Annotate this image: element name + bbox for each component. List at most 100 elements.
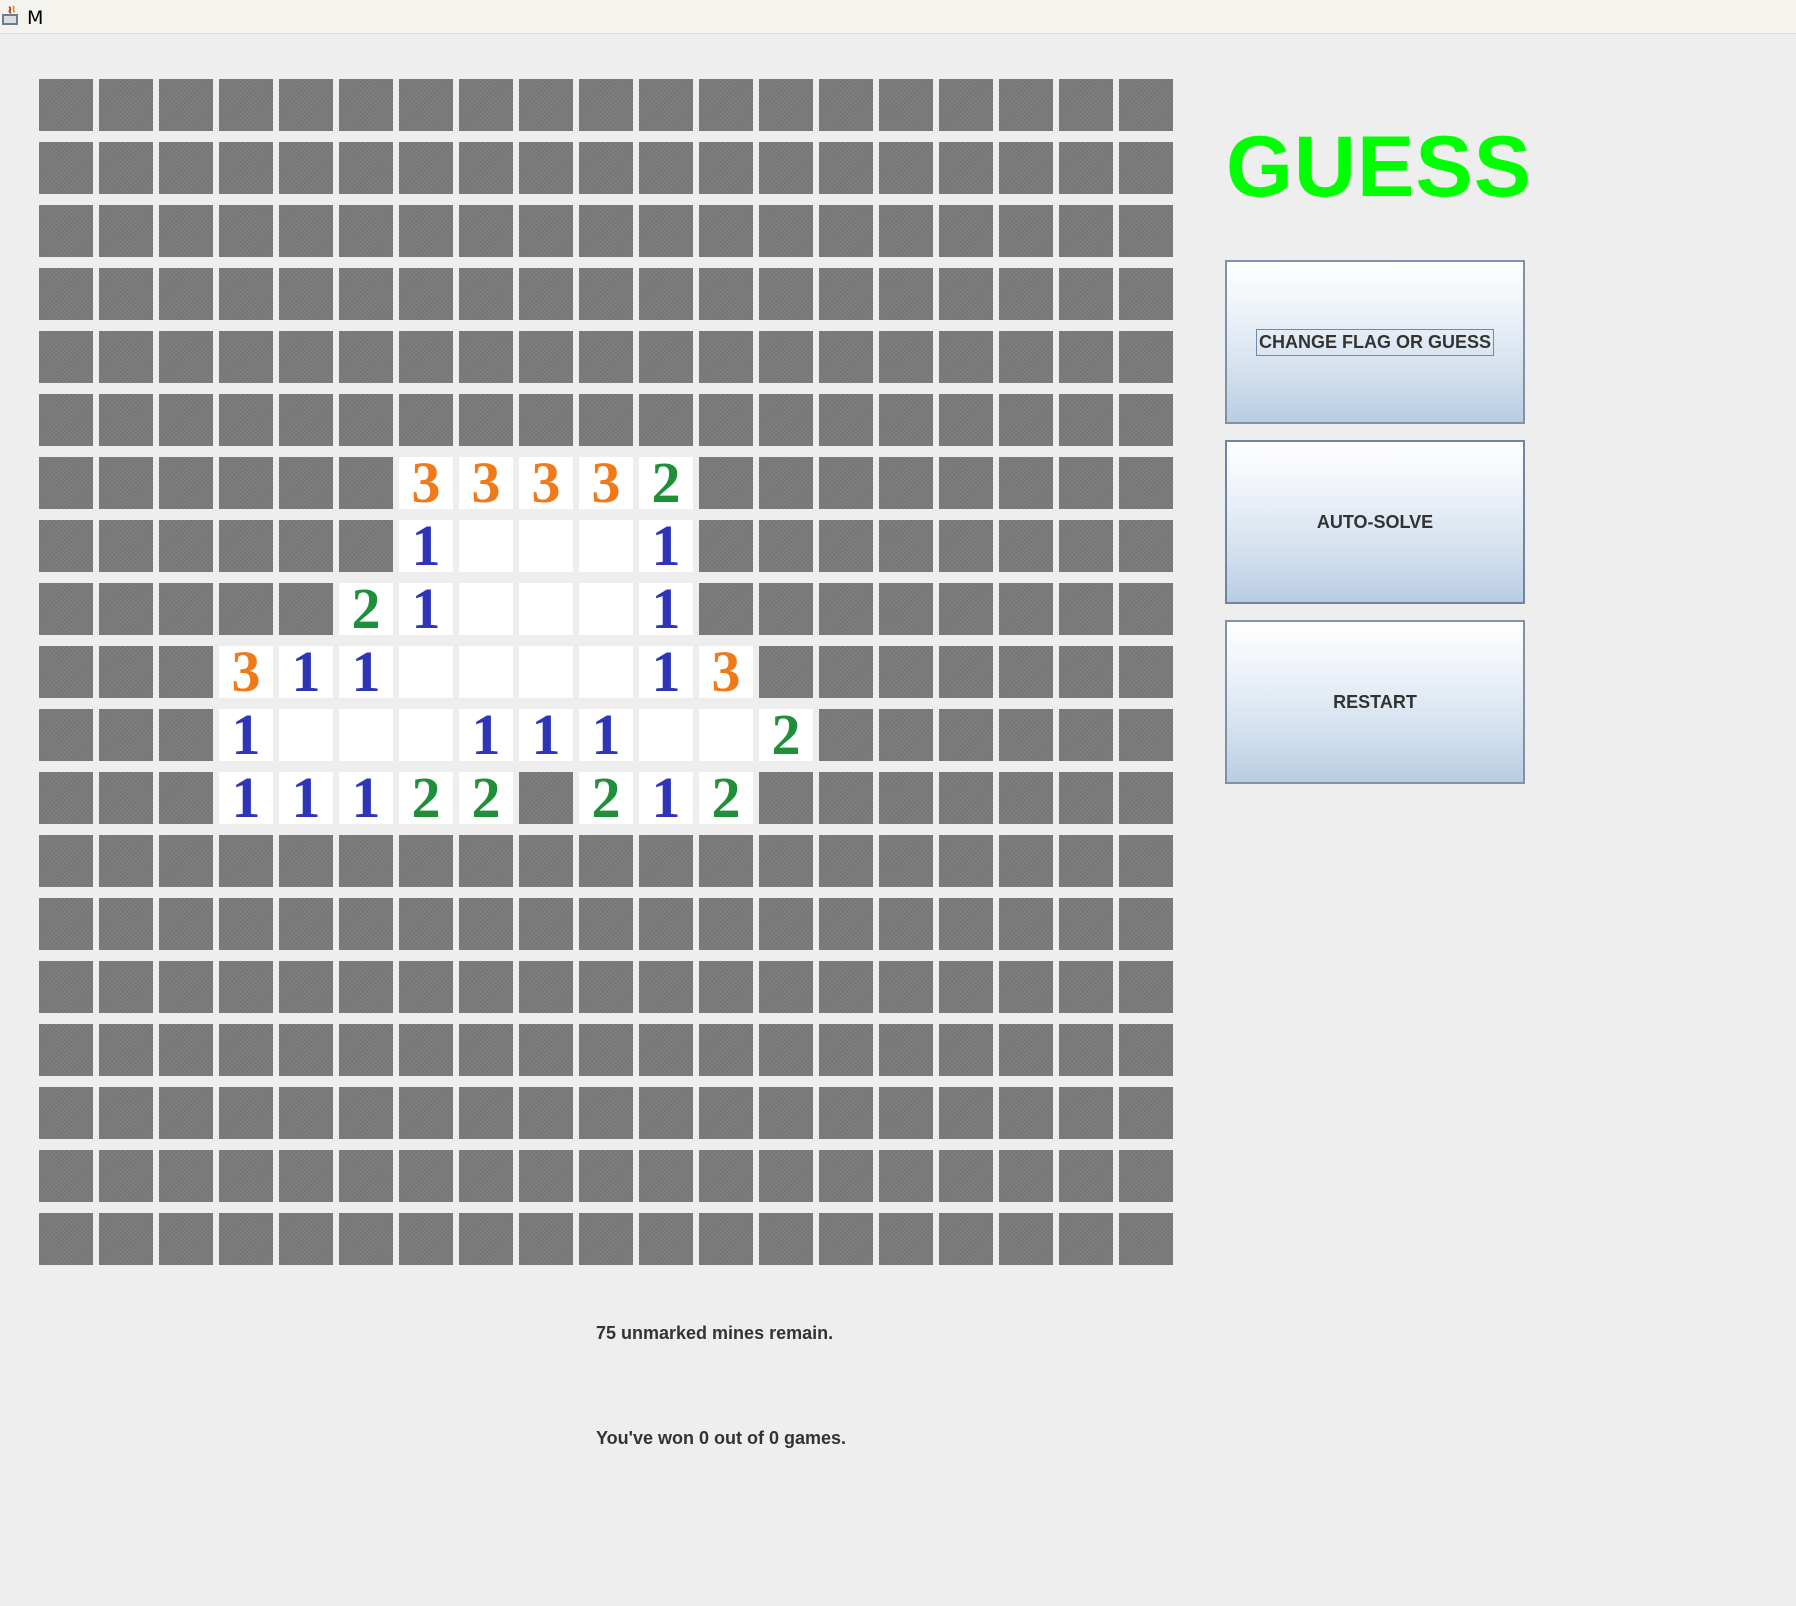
hidden-cell[interactable] [1059, 1087, 1113, 1139]
hidden-cell[interactable] [1059, 520, 1113, 572]
hidden-cell[interactable] [159, 1024, 213, 1076]
hidden-cell[interactable] [219, 835, 273, 887]
hidden-cell[interactable] [219, 394, 273, 446]
hidden-cell[interactable] [999, 1213, 1053, 1265]
hidden-cell[interactable] [879, 583, 933, 635]
hidden-cell[interactable] [579, 331, 633, 383]
hidden-cell[interactable] [99, 268, 153, 320]
hidden-cell[interactable] [99, 142, 153, 194]
open-cell[interactable] [339, 709, 393, 761]
hidden-cell[interactable] [639, 394, 693, 446]
hidden-cell[interactable] [399, 898, 453, 950]
hidden-cell[interactable] [219, 1087, 273, 1139]
open-cell[interactable] [459, 646, 513, 698]
hidden-cell[interactable] [1119, 1087, 1173, 1139]
hidden-cell[interactable] [1119, 1024, 1173, 1076]
number-cell[interactable]: 2 [759, 706, 813, 764]
hidden-cell[interactable] [219, 961, 273, 1013]
hidden-cell[interactable] [339, 457, 393, 509]
hidden-cell[interactable] [459, 79, 513, 131]
hidden-cell[interactable] [159, 268, 213, 320]
hidden-cell[interactable] [579, 1150, 633, 1202]
hidden-cell[interactable] [339, 835, 393, 887]
hidden-cell[interactable] [1059, 268, 1113, 320]
hidden-cell[interactable] [1059, 1150, 1113, 1202]
hidden-cell[interactable] [879, 1213, 933, 1265]
number-cell[interactable]: 1 [639, 517, 693, 575]
number-cell[interactable]: 3 [699, 643, 753, 701]
hidden-cell[interactable] [99, 457, 153, 509]
hidden-cell[interactable] [879, 772, 933, 824]
hidden-cell[interactable] [939, 79, 993, 131]
hidden-cell[interactable] [699, 1024, 753, 1076]
hidden-cell[interactable] [759, 772, 813, 824]
auto-solve-button[interactable]: AUTO-SOLVE [1225, 440, 1525, 604]
hidden-cell[interactable] [639, 1024, 693, 1076]
hidden-cell[interactable] [279, 79, 333, 131]
hidden-cell[interactable] [519, 1087, 573, 1139]
number-cell[interactable]: 2 [339, 580, 393, 638]
hidden-cell[interactable] [879, 457, 933, 509]
hidden-cell[interactable] [639, 268, 693, 320]
hidden-cell[interactable] [639, 1150, 693, 1202]
hidden-cell[interactable] [279, 1150, 333, 1202]
hidden-cell[interactable] [99, 583, 153, 635]
hidden-cell[interactable] [339, 331, 393, 383]
hidden-cell[interactable] [519, 898, 573, 950]
hidden-cell[interactable] [819, 331, 873, 383]
hidden-cell[interactable] [819, 772, 873, 824]
hidden-cell[interactable] [639, 79, 693, 131]
hidden-cell[interactable] [279, 835, 333, 887]
hidden-cell[interactable] [279, 898, 333, 950]
hidden-cell[interactable] [339, 961, 393, 1013]
hidden-cell[interactable] [219, 205, 273, 257]
hidden-cell[interactable] [999, 142, 1053, 194]
hidden-cell[interactable] [279, 583, 333, 635]
hidden-cell[interactable] [819, 583, 873, 635]
hidden-cell[interactable] [819, 835, 873, 887]
hidden-cell[interactable] [99, 331, 153, 383]
hidden-cell[interactable] [939, 646, 993, 698]
hidden-cell[interactable] [519, 961, 573, 1013]
hidden-cell[interactable] [159, 79, 213, 131]
hidden-cell[interactable] [99, 1087, 153, 1139]
hidden-cell[interactable] [939, 457, 993, 509]
hidden-cell[interactable] [699, 457, 753, 509]
hidden-cell[interactable] [459, 1087, 513, 1139]
hidden-cell[interactable] [99, 1150, 153, 1202]
open-cell[interactable] [519, 646, 573, 698]
hidden-cell[interactable] [339, 1150, 393, 1202]
hidden-cell[interactable] [819, 709, 873, 761]
hidden-cell[interactable] [999, 709, 1053, 761]
hidden-cell[interactable] [159, 1213, 213, 1265]
hidden-cell[interactable] [879, 709, 933, 761]
hidden-cell[interactable] [159, 394, 213, 446]
hidden-cell[interactable] [279, 520, 333, 572]
hidden-cell[interactable] [99, 646, 153, 698]
number-cell[interactable]: 3 [519, 454, 573, 512]
hidden-cell[interactable] [759, 1087, 813, 1139]
hidden-cell[interactable] [1059, 772, 1113, 824]
hidden-cell[interactable] [1059, 646, 1113, 698]
hidden-cell[interactable] [459, 961, 513, 1013]
hidden-cell[interactable] [999, 898, 1053, 950]
hidden-cell[interactable] [159, 1087, 213, 1139]
restart-button[interactable]: RESTART [1225, 620, 1525, 784]
hidden-cell[interactable] [699, 898, 753, 950]
hidden-cell[interactable] [759, 898, 813, 950]
open-cell[interactable] [639, 709, 693, 761]
hidden-cell[interactable] [99, 1024, 153, 1076]
hidden-cell[interactable] [339, 520, 393, 572]
hidden-cell[interactable] [159, 205, 213, 257]
hidden-cell[interactable] [879, 79, 933, 131]
hidden-cell[interactable] [279, 205, 333, 257]
number-cell[interactable]: 2 [699, 769, 753, 827]
number-cell[interactable]: 1 [219, 769, 273, 827]
hidden-cell[interactable] [639, 205, 693, 257]
hidden-cell[interactable] [159, 961, 213, 1013]
hidden-cell[interactable] [939, 835, 993, 887]
hidden-cell[interactable] [99, 520, 153, 572]
hidden-cell[interactable] [1119, 583, 1173, 635]
hidden-cell[interactable] [279, 1024, 333, 1076]
hidden-cell[interactable] [339, 1024, 393, 1076]
